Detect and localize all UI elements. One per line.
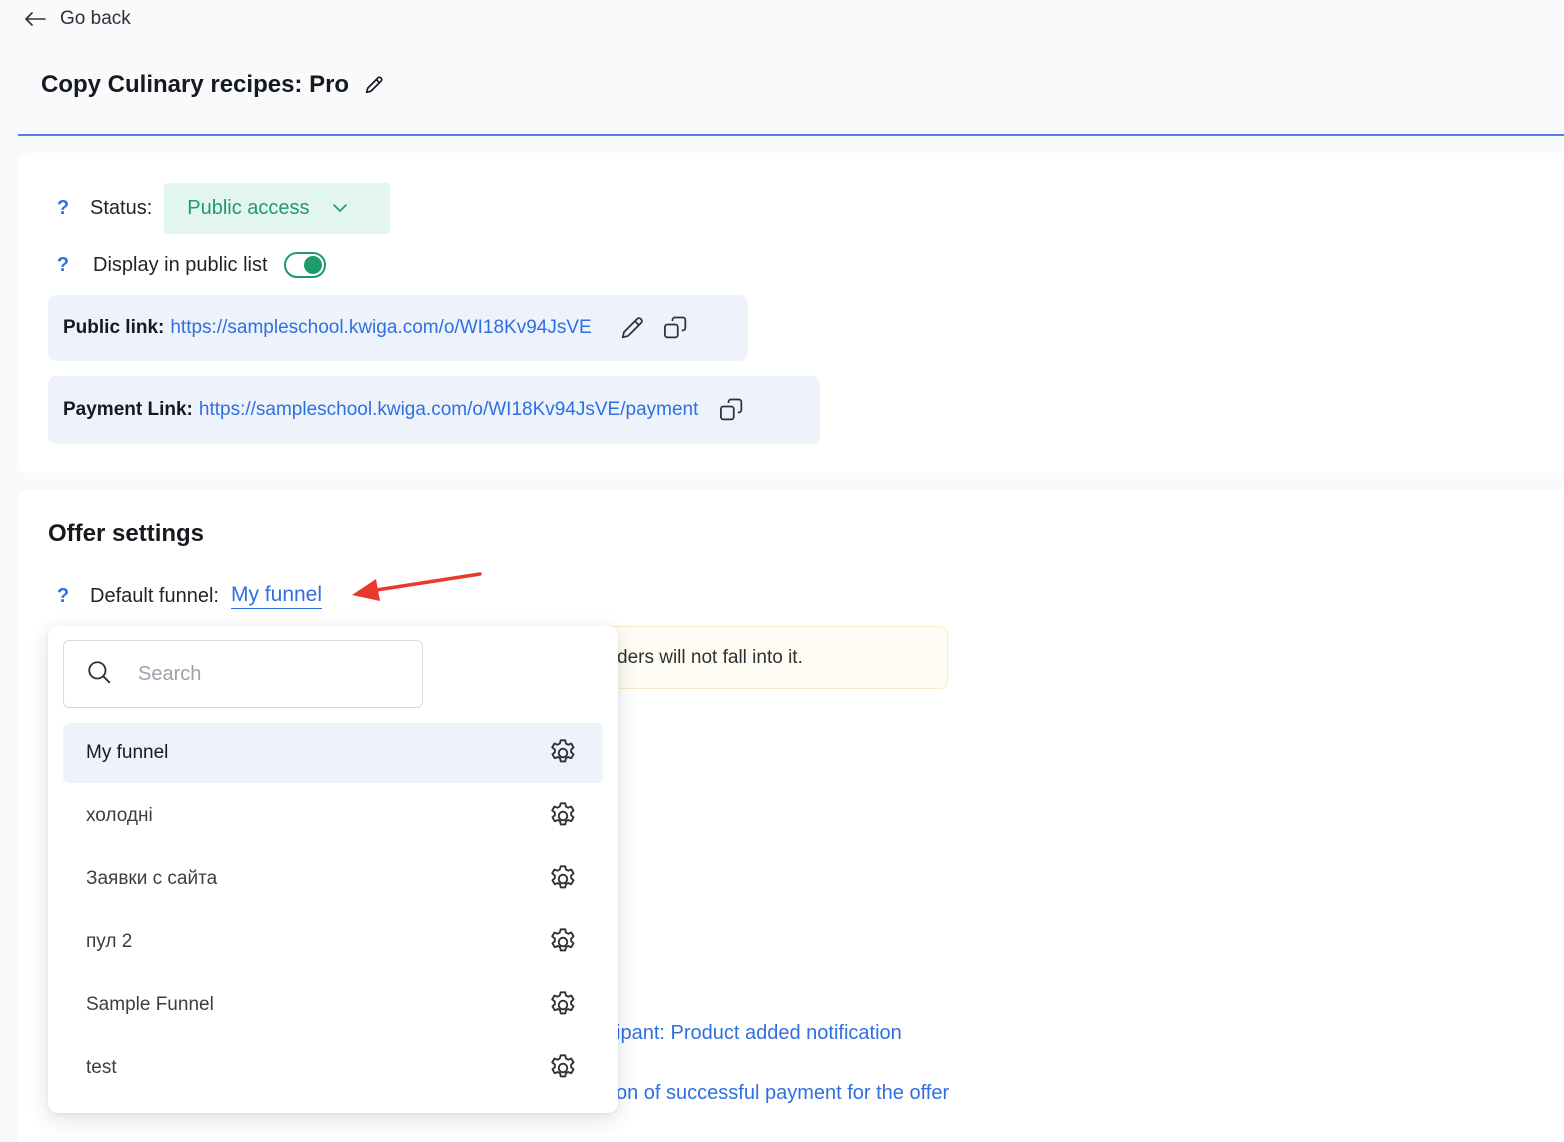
funnel-option[interactable]: Заявки с сайта <box>63 849 603 909</box>
funnel-search-input[interactable] <box>138 662 368 686</box>
status-select[interactable]: Public access <box>164 183 391 234</box>
gear-icon[interactable] <box>547 926 579 958</box>
display-public-row: ? Display in public list <box>56 250 326 280</box>
payment-link-url[interactable]: https://sampleschool.kwiga.com/o/WI18Kv9… <box>199 399 699 421</box>
funnel-option[interactable]: холодні <box>63 786 603 846</box>
funnel-option[interactable]: My funnel <box>63 723 603 783</box>
payment-success-notification-link[interactable]: on of successful payment for the offer <box>616 1082 949 1105</box>
annotation-arrow <box>352 572 482 601</box>
copy-icon[interactable] <box>718 396 746 424</box>
public-link-label: Public link: <box>63 317 165 338</box>
copy-icon[interactable] <box>662 314 690 342</box>
offer-settings-heading: Offer settings <box>48 520 205 547</box>
funnel-search-box <box>63 640 423 708</box>
status-row: ? Status: Public access <box>56 183 391 234</box>
title-divider <box>18 134 1564 136</box>
gear-icon[interactable] <box>547 989 579 1021</box>
public-link-url[interactable]: https://sampleschool.kwiga.com/o/WI18Kv9… <box>170 317 591 339</box>
page-title-row: Copy Culinary recipes: Pro <box>41 68 385 102</box>
funnel-option-label: My funnel <box>86 742 169 763</box>
pencil-icon[interactable] <box>363 74 385 96</box>
default-funnel-label: Default funnel: <box>90 584 219 607</box>
arrow-left-icon <box>24 12 46 26</box>
funnel-option[interactable]: test <box>63 1038 603 1098</box>
gear-icon[interactable] <box>547 800 579 832</box>
page-title: Copy Culinary recipes: Pro <box>41 71 350 98</box>
funnel-option-label: Sample Funnel <box>86 994 214 1015</box>
display-public-label: Display in public list <box>93 253 268 276</box>
funnel-option-label: test <box>86 1057 117 1078</box>
funnel-warning-note: ders will not fall into it. <box>600 626 948 689</box>
display-help-icon[interactable]: ? <box>56 254 70 277</box>
gear-icon[interactable] <box>547 1052 579 1084</box>
payment-link-label: Payment Link: <box>63 399 193 420</box>
status-label: Status: <box>90 197 153 219</box>
funnel-warning-text: ders will not fall into it. <box>617 646 803 668</box>
funnel-option-label: холодні <box>86 805 153 826</box>
default-funnel-link[interactable]: My funnel <box>230 583 323 609</box>
payment-link-box: Payment Link: https://sampleschool.kwiga… <box>48 376 820 444</box>
gear-icon[interactable] <box>547 737 579 769</box>
status-value: Public access <box>187 197 310 219</box>
funnel-option[interactable]: пул 2 <box>63 912 603 972</box>
funnel-option-label: пул 2 <box>86 931 133 952</box>
product-added-notification-link[interactable]: ipant: Product added notification <box>616 1022 902 1045</box>
funnel-option-label: Заявки с сайта <box>86 868 218 889</box>
gear-icon[interactable] <box>547 863 579 895</box>
chevron-down-icon <box>332 200 348 218</box>
toggle-knob <box>303 256 322 274</box>
search-icon <box>86 659 112 690</box>
public-link-box: Public link: https://sampleschool.kwiga.… <box>48 295 748 361</box>
funnel-option[interactable]: Sample Funnel <box>63 975 603 1035</box>
default-funnel-row: ? Default funnel: My funnel <box>56 580 323 612</box>
go-back-label: Go back <box>60 8 131 29</box>
funnel-help-icon[interactable]: ? <box>56 585 70 608</box>
pencil-icon[interactable] <box>618 314 646 342</box>
display-public-toggle[interactable] <box>283 252 326 278</box>
status-help-icon[interactable]: ? <box>56 197 70 220</box>
go-back-link[interactable]: Go back <box>24 6 131 32</box>
